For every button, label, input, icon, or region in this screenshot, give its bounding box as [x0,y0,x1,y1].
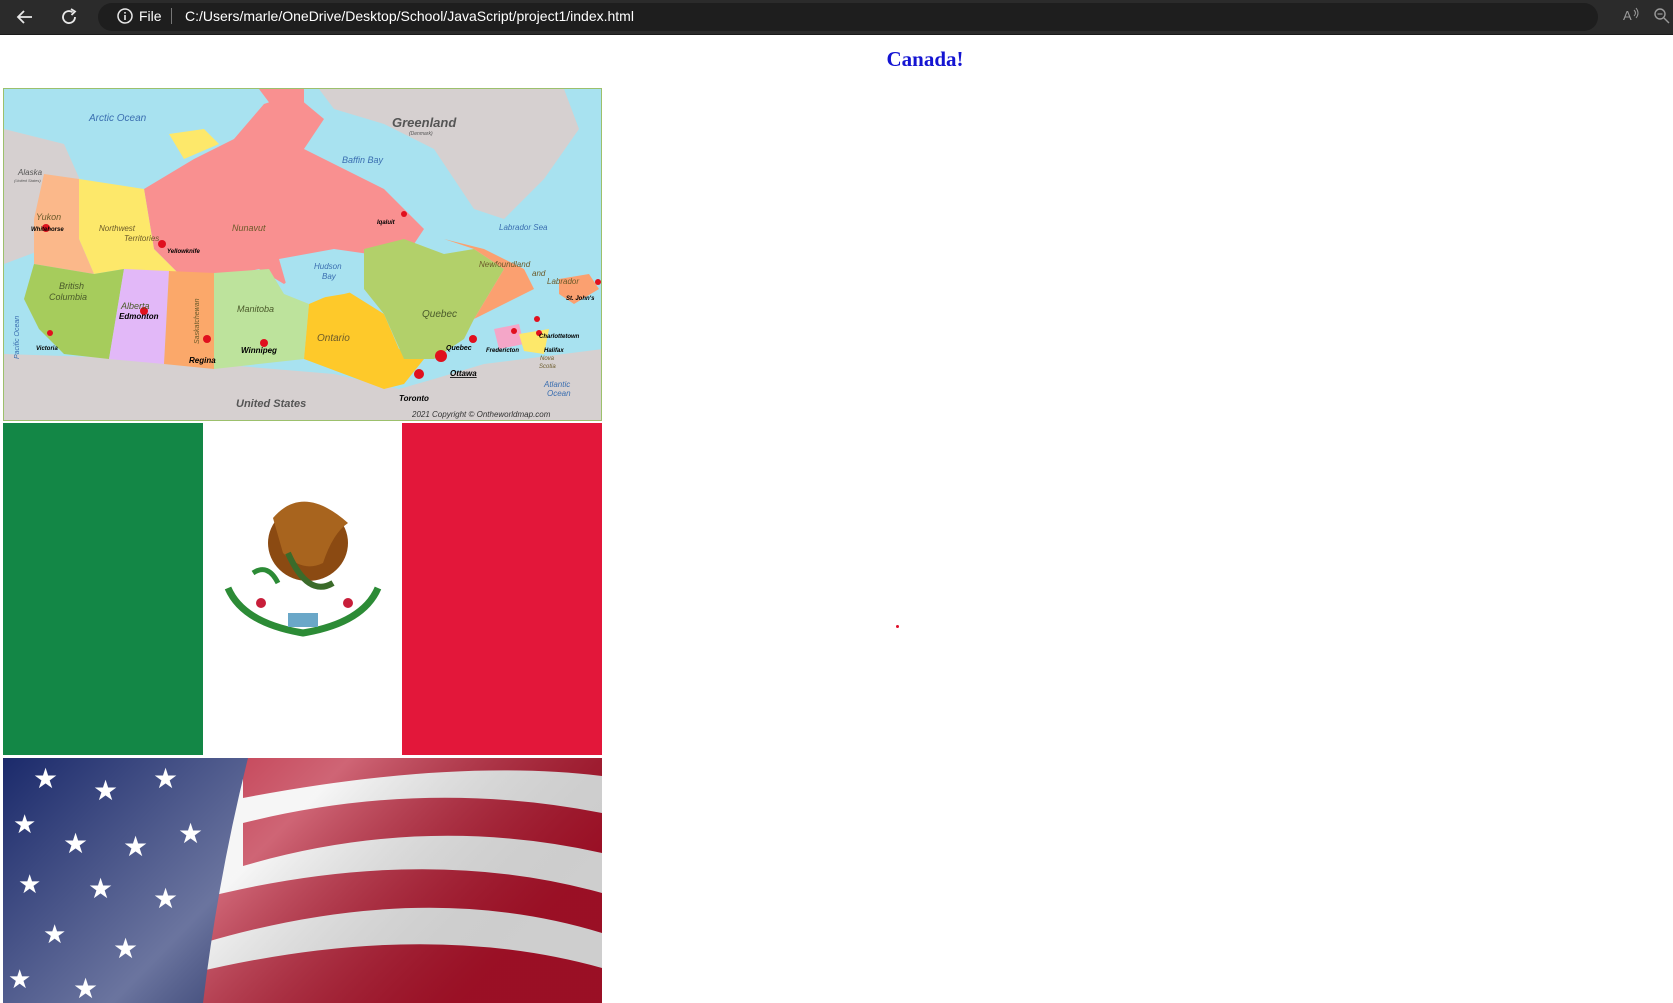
svg-text:A: A [1623,8,1632,23]
svg-text:(United States): (United States) [14,178,41,183]
mexico-flag-svg [3,423,602,755]
map-label-greenland: Greenland [392,115,457,130]
svg-text:Fredericton: Fredericton [486,348,519,354]
svg-text:Alaska: Alaska [17,168,43,177]
svg-text:Ontario: Ontario [317,333,350,344]
svg-text:(Denmark): (Denmark) [409,131,433,137]
svg-text:Newfoundland: Newfoundland [479,260,531,269]
svg-text:Bay: Bay [322,272,337,281]
read-aloud-icon[interactable]: A [1623,7,1641,26]
info-icon[interactable] [116,7,134,30]
svg-text:Winnipeg: Winnipeg [241,346,277,355]
usa-flag-image: ★ ★ ★ ★ ★ ★ ★ ★ ★ ★ ★ ★ ★ ★ [3,758,602,1003]
svg-text:Pacific Ocean: Pacific Ocean [14,316,21,359]
svg-text:British: British [59,281,84,291]
mexico-flag-image [3,423,602,755]
svg-text:Manitoba: Manitoba [237,304,274,314]
svg-text:Baffin Bay: Baffin Bay [342,155,384,165]
svg-text:Yellowknife: Yellowknife [167,249,200,255]
svg-text:Territories: Territories [124,234,159,243]
svg-text:Quebec: Quebec [446,345,472,352]
svg-text:Iqaluit: Iqaluit [377,220,396,226]
svg-text:and: and [532,269,546,278]
reload-button[interactable] [54,4,84,30]
svg-text:Victoria: Victoria [36,346,58,352]
svg-text:Columbia: Columbia [49,292,87,302]
svg-text:Alberta: Alberta [120,301,150,311]
canada-map-image: Arctic Ocean Greenland (Denmark) Baffin … [3,88,602,421]
svg-text:Labrador Sea: Labrador Sea [499,223,548,232]
svg-text:Saskatchewan: Saskatchewan [194,298,201,344]
page-heading: Canada! [886,47,964,71]
map-label-arctic-ocean: Arctic Ocean [88,113,147,124]
svg-text:Nunavut: Nunavut [232,223,266,233]
red-dot [896,625,899,628]
svg-text:Charlottetown: Charlottetown [539,334,580,340]
svg-text:2021 Copyright © Ontheworldmap: 2021 Copyright © Ontheworldmap.com [411,410,551,419]
svg-text:Ocean: Ocean [547,389,571,398]
svg-text:Toronto: Toronto [399,394,429,403]
canada-map-svg: Arctic Ocean Greenland (Denmark) Baffin … [4,89,601,420]
zoom-icon[interactable] [1653,7,1671,28]
svg-text:Quebec: Quebec [422,309,457,320]
svg-text:United States: United States [236,398,306,410]
svg-text:Halifax: Halifax [544,348,564,354]
svg-text:Hudson: Hudson [314,262,342,271]
svg-text:Ottawa: Ottawa [450,369,477,378]
svg-text:Yukon: Yukon [36,212,61,222]
svg-text:Labrador: Labrador [547,277,579,286]
url-text[interactable]: C:/Users/marle/OneDrive/Desktop/School/J… [185,7,634,25]
svg-text:Regina: Regina [189,356,216,365]
svg-text:Scotia: Scotia [539,364,556,370]
back-button[interactable] [10,4,40,30]
svg-text:Whitehorse: Whitehorse [31,227,64,233]
back-arrow-icon [16,10,32,24]
browser-toolbar: File C:/Users/marle/OneDrive/Desktop/Sch… [0,0,1673,35]
usa-flag-svg: ★ ★ ★ ★ ★ ★ ★ ★ ★ ★ ★ ★ ★ ★ [3,758,602,1003]
svg-text:Northwest: Northwest [99,224,136,233]
svg-text:Atlantic: Atlantic [543,380,570,389]
svg-text:Nova: Nova [540,356,555,362]
file-scheme-label: File [139,8,162,24]
svg-text:Edmonton: Edmonton [119,312,159,321]
address-separator [171,8,172,24]
svg-text:St. John's: St. John's [566,296,595,302]
reload-icon [62,8,77,24]
